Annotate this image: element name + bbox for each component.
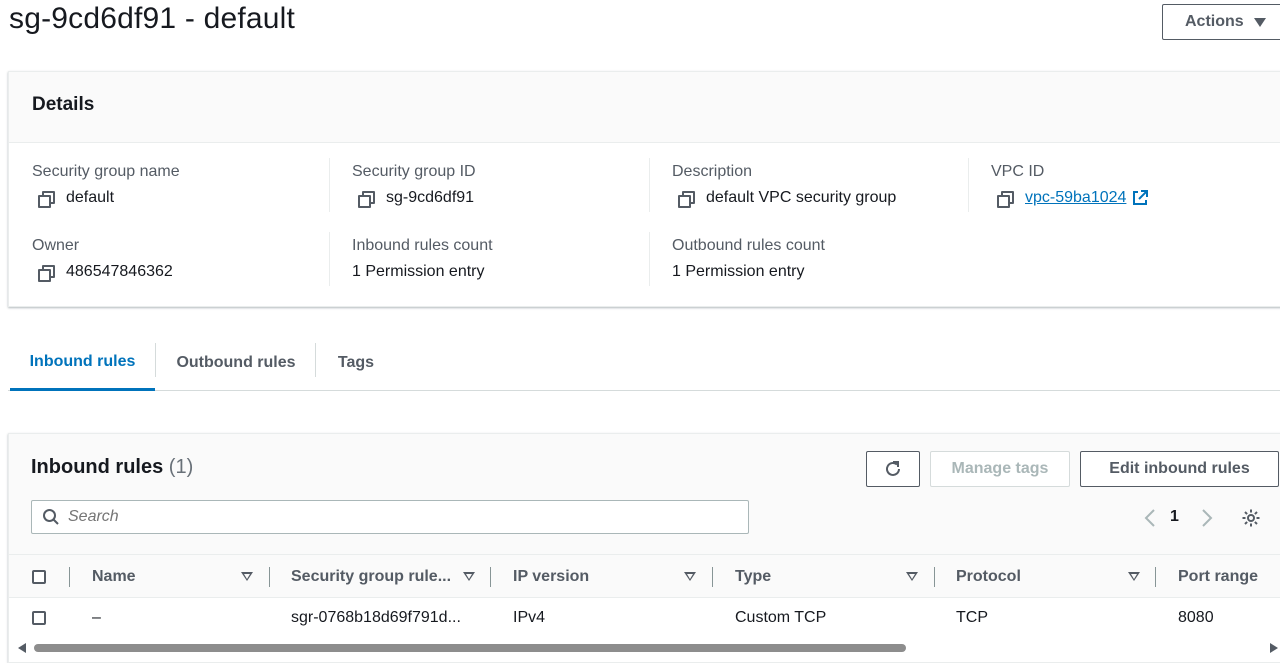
column-header-type[interactable]: Type xyxy=(735,555,771,599)
column-header-security-group-rule[interactable]: Security group rule... xyxy=(291,555,451,599)
tab-inbound-rules[interactable]: Inbound rules xyxy=(10,335,155,391)
description-value: default VPC security group xyxy=(672,189,897,208)
column-header-protocol[interactable]: Protocol xyxy=(956,555,1021,599)
chevron-left-icon xyxy=(1144,509,1155,527)
column-header-port-range[interactable]: Port range xyxy=(1178,555,1258,599)
details-panel: Details Security group name default Owne… xyxy=(8,71,1280,307)
column-divider xyxy=(968,158,969,212)
owner-label: Owner xyxy=(32,237,80,254)
copy-icon[interactable] xyxy=(38,265,55,282)
owner-value: 486547846362 xyxy=(32,263,173,282)
column-divider xyxy=(329,232,330,286)
manage-tags-button[interactable]: Manage tags xyxy=(930,451,1070,487)
sort-icon[interactable] xyxy=(1128,572,1140,581)
actions-dropdown-button[interactable]: Actions xyxy=(1162,4,1280,40)
inbound-rules-count-value: 1 Permission entry xyxy=(352,263,485,280)
description-label: Description xyxy=(672,163,753,180)
cell-protocol: TCP xyxy=(956,609,988,626)
outbound-rules-count-label: Outbound rules count xyxy=(672,237,825,254)
outbound-rules-count-value: 1 Permission entry xyxy=(672,263,805,280)
inbound-rules-panel: Inbound rules (1) Manage tags Edit inbou… xyxy=(8,433,1280,663)
search-input[interactable] xyxy=(68,508,708,526)
previous-page-button[interactable] xyxy=(1138,506,1162,530)
row-select-cell xyxy=(32,598,46,638)
column-header-ip-version[interactable]: IP version xyxy=(513,555,589,599)
column-separator xyxy=(490,567,491,587)
inbound-rules-title-text: Inbound rules xyxy=(31,456,164,478)
scroll-right-arrow-icon[interactable] xyxy=(1270,643,1278,653)
row-checkbox[interactable] xyxy=(32,611,46,625)
sort-icon[interactable] xyxy=(241,572,253,581)
vpc-id-value: vpc-59ba1024 xyxy=(991,189,1149,208)
inbound-rules-header: Inbound rules (1) Manage tags Edit inbou… xyxy=(9,434,1280,554)
search-box[interactable] xyxy=(31,500,749,534)
sort-icon[interactable] xyxy=(463,572,475,581)
column-separator xyxy=(269,567,270,587)
copy-icon[interactable] xyxy=(678,191,695,208)
copy-icon[interactable] xyxy=(38,191,55,208)
column-separator xyxy=(1155,567,1156,587)
tab-tags[interactable]: Tags xyxy=(316,335,396,391)
edit-inbound-rules-button[interactable]: Edit inbound rules xyxy=(1080,451,1279,487)
column-divider xyxy=(649,158,650,212)
inbound-rules-count: (1) xyxy=(168,456,194,478)
sort-icon[interactable] xyxy=(684,572,696,581)
select-all-checkbox[interactable] xyxy=(32,570,46,584)
search-icon xyxy=(43,509,59,525)
column-separator xyxy=(712,567,713,587)
owner-text: 486547846362 xyxy=(66,263,173,280)
column-divider xyxy=(649,232,650,286)
copy-icon[interactable] xyxy=(997,191,1014,208)
security-group-name-label: Security group name xyxy=(32,163,180,180)
sort-icon[interactable] xyxy=(906,572,918,581)
security-group-id-value: sg-9cd6df91 xyxy=(352,189,475,208)
cell-security-group-rule-id: sgr-0768b18d69f791d... xyxy=(291,609,461,626)
current-page-number[interactable]: 1 xyxy=(1170,508,1179,526)
page-title: sg-9cd6df91 - default xyxy=(9,2,296,35)
horizontal-scrollbar[interactable] xyxy=(8,640,1280,658)
cell-ip-version: IPv4 xyxy=(513,609,546,626)
vpc-id-text: vpc-59ba1024 xyxy=(1025,189,1127,206)
details-title: Details xyxy=(32,94,95,115)
actions-button-label: Actions xyxy=(1185,13,1244,30)
cell-port-range: 8080 xyxy=(1178,609,1214,626)
security-group-id-text: sg-9cd6df91 xyxy=(386,189,475,206)
gear-icon xyxy=(1242,509,1260,527)
cell-type: Custom TCP xyxy=(735,609,827,626)
vpc-id-label: VPC ID xyxy=(991,163,1045,180)
next-page-button[interactable] xyxy=(1195,506,1219,530)
external-link-icon xyxy=(1133,190,1149,205)
column-header-name[interactable]: Name xyxy=(92,555,136,599)
table-row[interactable]: – sgr-0768b18d69f791d... IPv4 Custom TCP… xyxy=(9,598,1280,638)
table-header-row: Name Security group rule... IP version T… xyxy=(9,554,1280,598)
tabs-bar: Inbound rules Outbound rules Tags xyxy=(8,335,1280,391)
vpc-id-link[interactable]: vpc-59ba1024 xyxy=(1025,189,1149,207)
inbound-rules-title: Inbound rules (1) xyxy=(31,456,193,479)
cell-name: – xyxy=(92,609,101,626)
column-separator xyxy=(69,567,70,587)
scrollbar-thumb[interactable] xyxy=(34,644,906,652)
refresh-icon xyxy=(886,461,900,476)
select-all-cell xyxy=(32,555,46,599)
refresh-button[interactable] xyxy=(866,451,920,487)
preferences-button[interactable] xyxy=(1239,506,1263,530)
security-group-id-label: Security group ID xyxy=(352,163,476,180)
description-text: default VPC security group xyxy=(706,189,897,206)
details-header: Details xyxy=(9,72,1280,143)
security-group-name-text: default xyxy=(66,189,115,206)
tab-outbound-rules[interactable]: Outbound rules xyxy=(156,335,316,391)
chevron-right-icon xyxy=(1202,509,1213,527)
column-separator xyxy=(934,567,935,587)
security-group-name-value: default xyxy=(32,189,115,208)
inbound-rules-count-label: Inbound rules count xyxy=(352,237,493,254)
caret-down-icon xyxy=(1253,17,1266,27)
scroll-left-arrow-icon[interactable] xyxy=(18,643,26,653)
column-divider xyxy=(329,158,330,212)
copy-icon[interactable] xyxy=(358,191,375,208)
